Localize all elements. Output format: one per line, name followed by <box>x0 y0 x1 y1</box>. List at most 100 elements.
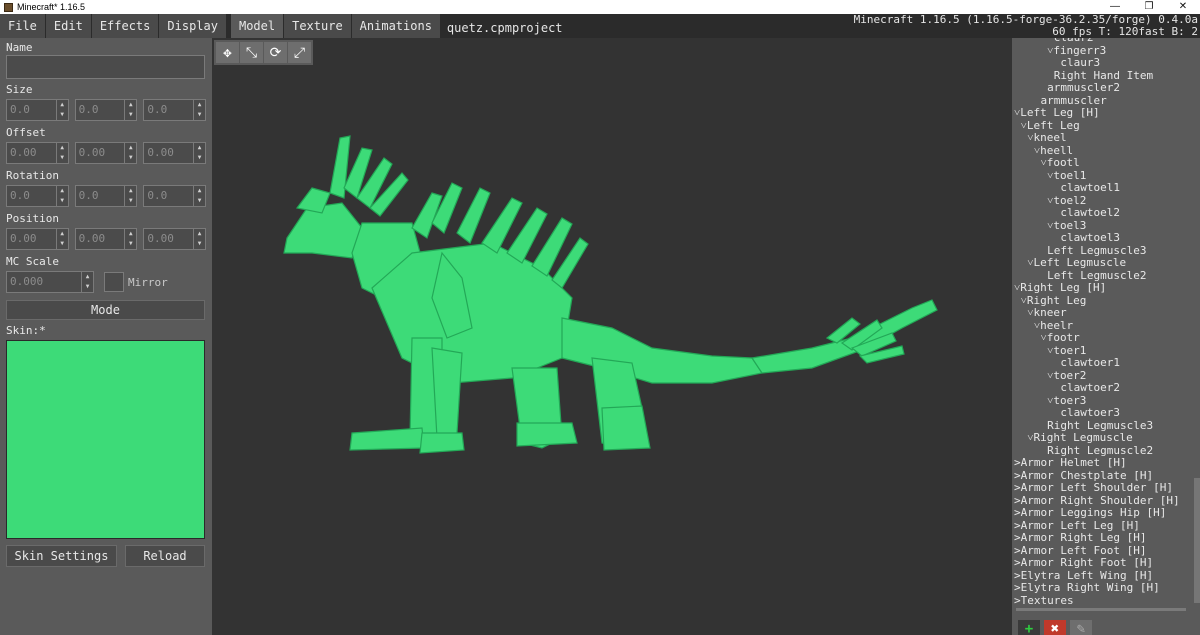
tree-scroll-thumb[interactable] <box>1194 478 1200 603</box>
size-label: Size <box>6 83 33 96</box>
tree-item[interactable]: ˅kneel <box>1014 131 1194 145</box>
tree-item[interactable]: >Armor Right Leg [H] <box>1014 531 1194 545</box>
tree-horizontal-scrollbar[interactable] <box>1016 608 1186 611</box>
version-info: Minecraft 1.16.5 (1.16.5-forge-36.2.35/f… <box>854 14 1198 38</box>
window-controls: — ❐ ✕ <box>1098 0 1200 14</box>
menu-file[interactable]: File <box>0 14 46 38</box>
tree-item[interactable]: clawtoer1 <box>1014 356 1194 370</box>
size-x-field[interactable]: 0.0 ▲ ▼ <box>6 99 69 121</box>
position-label: Position <box>6 212 59 225</box>
size-z-field[interactable]: 0.0 ▲ ▼ <box>143 99 207 121</box>
tree-item[interactable]: clawtoel3 <box>1014 231 1194 245</box>
menu-effects[interactable]: Effects <box>91 14 160 38</box>
tree-item[interactable]: clawtoel1 <box>1014 181 1194 195</box>
name-label: Name <box>6 41 33 54</box>
tree-item[interactable]: >Armor Right Foot [H] <box>1014 556 1194 570</box>
mirror-checkbox[interactable] <box>104 272 124 292</box>
tree-item[interactable]: armmuscler2 <box>1014 81 1194 95</box>
tab-animations[interactable]: Animations <box>351 14 441 38</box>
close-button[interactable]: ✕ <box>1166 0 1200 14</box>
tree-item[interactable]: clawtoer3 <box>1014 406 1194 420</box>
stepper[interactable]: ▲ ▼ <box>194 142 207 164</box>
tab-model[interactable]: Model <box>230 14 285 38</box>
menu-edit[interactable]: Edit <box>45 14 92 38</box>
skin-buttons: Skin Settings Reload <box>6 545 206 567</box>
minimize-button[interactable]: — <box>1098 0 1132 14</box>
model-tree: claur2 ˅fingerr3 claur3 Right Hand Item … <box>1014 38 1194 607</box>
tree-item[interactable]: >Elytra Right Wing [H] <box>1014 581 1194 595</box>
tree-item[interactable]: >Armor Helmet [H] <box>1014 456 1194 470</box>
window-title: Minecraft* 1.16.5 <box>17 2 86 12</box>
stepper[interactable]: ▲ ▼ <box>194 185 207 207</box>
menu-display[interactable]: Display <box>159 14 227 38</box>
edit-part-button[interactable]: ✎ <box>1070 620 1092 635</box>
delete-part-button[interactable]: ✖ <box>1044 620 1066 635</box>
stepper[interactable]: ▲ ▼ <box>125 142 138 164</box>
model-viewport[interactable]: ✥ ⤡ ⟳ ⤢ <box>212 38 1012 635</box>
tree-item[interactable]: ˅footr <box>1014 331 1194 345</box>
position-fields: 0.00 ▲ ▼ 0.00 ▲ ▼ 0.00 ▲ ▼ <box>6 228 207 250</box>
maximize-button[interactable]: ❐ <box>1132 0 1166 14</box>
position-y-field[interactable]: 0.00 ▲ ▼ <box>74 228 138 250</box>
menu-bar: File Edit Effects Display Model Texture … <box>0 14 1200 38</box>
mode-button[interactable]: Mode <box>6 300 205 320</box>
mc-scale-row: 0.000 ▲ ▼ Mirror <box>6 271 206 293</box>
offset-x-field[interactable]: 0.00 ▲ ▼ <box>6 142 69 164</box>
rotation-fields: 0.0 ▲ ▼ 0.0 ▲ ▼ 0.0 ▲ ▼ <box>6 185 207 207</box>
rotation-z-field[interactable]: 0.0 ▲ ▼ <box>143 185 207 207</box>
size-y-field[interactable]: 0.0 ▲ ▼ <box>74 99 138 121</box>
tree-item[interactable]: >Armor Left Shoulder [H] <box>1014 481 1194 495</box>
properties-panel: Name Size 0.0 ▲ ▼ 0.0 ▲ ▼ 0.0 ▲ ▼ Offset 0.00 ▲… <box>0 38 212 635</box>
add-part-button[interactable]: + <box>1018 620 1040 635</box>
window-titlebar: Minecraft* 1.16.5 — ❐ ✕ <box>0 0 1200 14</box>
stepper[interactable]: ▲ ▼ <box>56 99 69 121</box>
version-line-2: 60 fps T: 120fast B: 2 <box>1052 25 1198 38</box>
rotation-y-field[interactable]: 0.0 ▲ ▼ <box>74 185 138 207</box>
tree-actions: + ✖ ✎ <box>1018 620 1092 635</box>
stepper[interactable]: ▲ ▼ <box>125 185 138 207</box>
tree-item[interactable]: ˅Left Leg [H] <box>1014 106 1194 120</box>
tree-item[interactable]: ˅footl <box>1014 156 1194 170</box>
stepper[interactable]: ▲ ▼ <box>56 228 69 250</box>
minecraft-app-icon <box>4 2 13 12</box>
project-name: quetz.cpmproject <box>446 21 563 35</box>
mirror-label: Mirror <box>128 275 168 289</box>
tree-item[interactable]: claur3 <box>1014 56 1194 70</box>
stepper[interactable]: ▲ ▼ <box>125 99 138 121</box>
stepper[interactable]: ▲ ▼ <box>194 99 207 121</box>
tree-item[interactable]: ˅Right Legmuscle <box>1014 431 1194 445</box>
size-fields: 0.0 ▲ ▼ 0.0 ▲ ▼ 0.0 ▲ ▼ <box>6 99 207 121</box>
tree-item[interactable]: clawtoel2 <box>1014 206 1194 220</box>
tree-item[interactable]: >Armor Leggings Hip [H] <box>1014 506 1194 520</box>
stepper[interactable]: ▲ ▼ <box>56 185 69 207</box>
stepper[interactable]: ▲ ▼ <box>56 142 69 164</box>
mc-scale-field[interactable]: 0.000 ▲ ▼ <box>6 271 94 293</box>
skin-settings-button[interactable]: Skin Settings <box>6 545 117 567</box>
stepper[interactable]: ▲ ▼ <box>82 271 94 293</box>
skin-preview[interactable] <box>6 340 205 539</box>
mc-scale-label: MC Scale <box>6 255 59 268</box>
name-input[interactable] <box>6 55 205 79</box>
rotation-label: Rotation <box>6 169 59 182</box>
reload-button[interactable]: Reload <box>125 545 205 567</box>
dragon-model[interactable] <box>212 38 1012 635</box>
tree-item[interactable]: >Textures <box>1014 594 1194 608</box>
tab-texture[interactable]: Texture <box>284 14 352 38</box>
skin-label: Skin:* <box>6 324 46 337</box>
offset-label: Offset <box>6 126 46 139</box>
position-x-field[interactable]: 0.00 ▲ ▼ <box>6 228 69 250</box>
tree-item[interactable]: ˅Left Legmuscle <box>1014 256 1194 270</box>
tree-scrollbar[interactable] <box>1194 38 1200 603</box>
model-tree-panel: claur2 ˅fingerr3 claur3 Right Hand Item … <box>1012 38 1200 635</box>
offset-z-field[interactable]: 0.00 ▲ ▼ <box>143 142 207 164</box>
tree-item[interactable]: ˅kneer <box>1014 306 1194 320</box>
offset-fields: 0.00 ▲ ▼ 0.00 ▲ ▼ 0.00 ▲ ▼ <box>6 142 207 164</box>
rotation-x-field[interactable]: 0.0 ▲ ▼ <box>6 185 69 207</box>
tree-item[interactable]: clawtoer2 <box>1014 381 1194 395</box>
tree-item[interactable]: ˅Right Leg [H] <box>1014 281 1194 295</box>
stepper[interactable]: ▲ ▼ <box>125 228 138 250</box>
position-z-field[interactable]: 0.00 ▲ ▼ <box>143 228 207 250</box>
stepper[interactable]: ▲ ▼ <box>194 228 207 250</box>
model-tail <box>561 317 763 384</box>
offset-y-field[interactable]: 0.00 ▲ ▼ <box>74 142 138 164</box>
